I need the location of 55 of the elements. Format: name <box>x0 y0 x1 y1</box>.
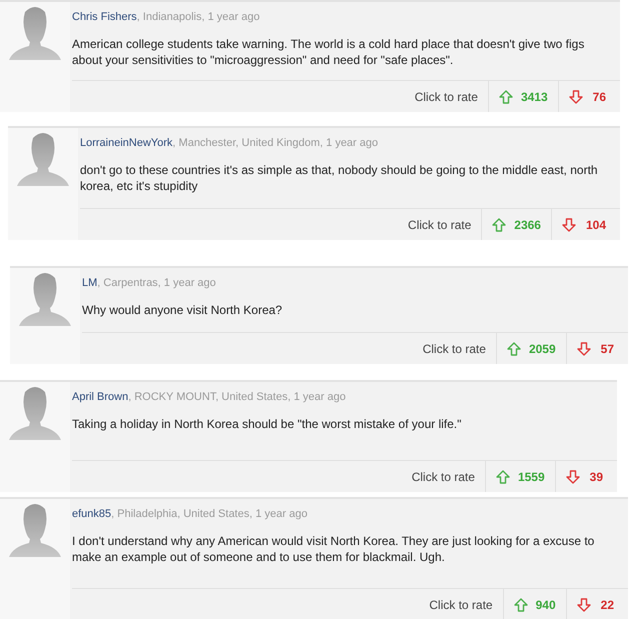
downvote-button[interactable]: 76 <box>558 81 620 112</box>
upvote-button[interactable]: 2059 <box>496 333 566 364</box>
upvote-count: 3413 <box>520 88 548 106</box>
down-arrow-icon[interactable] <box>576 342 591 356</box>
author-name[interactable]: LM <box>82 277 98 289</box>
upvote-count: 940 <box>536 596 556 614</box>
downvote-button[interactable]: 57 <box>566 333 628 364</box>
downvote-count: 76 <box>592 88 606 106</box>
down-arrow-icon[interactable] <box>566 470 580 484</box>
downvote-count: 57 <box>600 340 614 358</box>
up-arrow-icon[interactable] <box>506 342 521 356</box>
upvote-button[interactable]: 940 <box>502 589 566 619</box>
author-name[interactable]: efunk85 <box>72 508 112 520</box>
comment-meta: , Indianapolis, 1 year ago <box>136 11 260 23</box>
comment-text: Why would anyone visit North Korea? <box>82 302 284 318</box>
downvote-button[interactable]: 39 <box>554 461 617 492</box>
downvote-count: 104 <box>586 216 606 234</box>
upvote-count: 2366 <box>514 216 541 234</box>
upvote-button[interactable]: 1559 <box>484 461 555 492</box>
comment-text: Taking a holiday in North Korea should be "the worst mistake of your life." <box>72 416 462 432</box>
down-arrow-icon[interactable] <box>562 218 576 232</box>
avatar-icon <box>7 501 63 557</box>
downvote-button[interactable]: 104 <box>550 209 620 240</box>
avatar-icon <box>15 130 71 186</box>
comment-text: don't go to these countries it's as simple as that, nobody should be going to the middle east, north korea, etc it's stupidity <box>80 162 599 194</box>
author-name[interactable]: LorraineinNewYork <box>80 137 173 149</box>
up-arrow-icon[interactable] <box>492 218 506 232</box>
comment-meta: , Manchester, United Kingdom, 1 year ago <box>172 137 378 149</box>
comment-meta: , Carpentras, 1 year ago <box>97 277 216 289</box>
author-name[interactable]: April Brown <box>72 391 128 403</box>
author-name[interactable]: Chris Fishers <box>72 11 137 23</box>
upvote-count: 2059 <box>528 340 556 358</box>
rate-label: Click to rate <box>408 216 472 234</box>
rate-label: Click to rate <box>429 596 494 614</box>
avatar-icon <box>17 270 73 326</box>
up-arrow-icon[interactable] <box>496 470 510 484</box>
comment-meta: , ROCKY MOUNT, United States, 1 year ago <box>128 391 346 403</box>
up-arrow-icon[interactable] <box>514 598 528 612</box>
rate-label: Click to rate <box>422 340 487 358</box>
rate-label: Click to rate <box>412 468 476 486</box>
rate-label: Click to rate <box>414 88 479 106</box>
downvote-button[interactable]: 22 <box>566 589 628 619</box>
comment-meta: , Philadelphia, United States, 1 year ago <box>111 508 308 520</box>
comment-text: American college students take warning. The world is a cold hard place that doesn't give two figs about your sensitivities to "microaggression" and need for "safe places". <box>72 36 586 68</box>
upvote-button[interactable]: 2366 <box>481 209 551 240</box>
down-arrow-icon[interactable] <box>576 598 591 612</box>
upvote-count: 1559 <box>518 468 545 486</box>
upvote-button[interactable]: 3413 <box>488 81 558 112</box>
up-arrow-icon[interactable] <box>498 90 513 104</box>
comment-text: I don't understand why any American would visit North Korea. They are just looking for a excuse to make an example out of someone and to use them for blackmail. Ugh. <box>72 533 596 565</box>
avatar-icon <box>7 4 63 60</box>
downvote-count: 22 <box>600 596 614 614</box>
downvote-count: 39 <box>590 468 603 486</box>
avatar-icon <box>7 384 63 440</box>
down-arrow-icon[interactable] <box>568 90 583 104</box>
